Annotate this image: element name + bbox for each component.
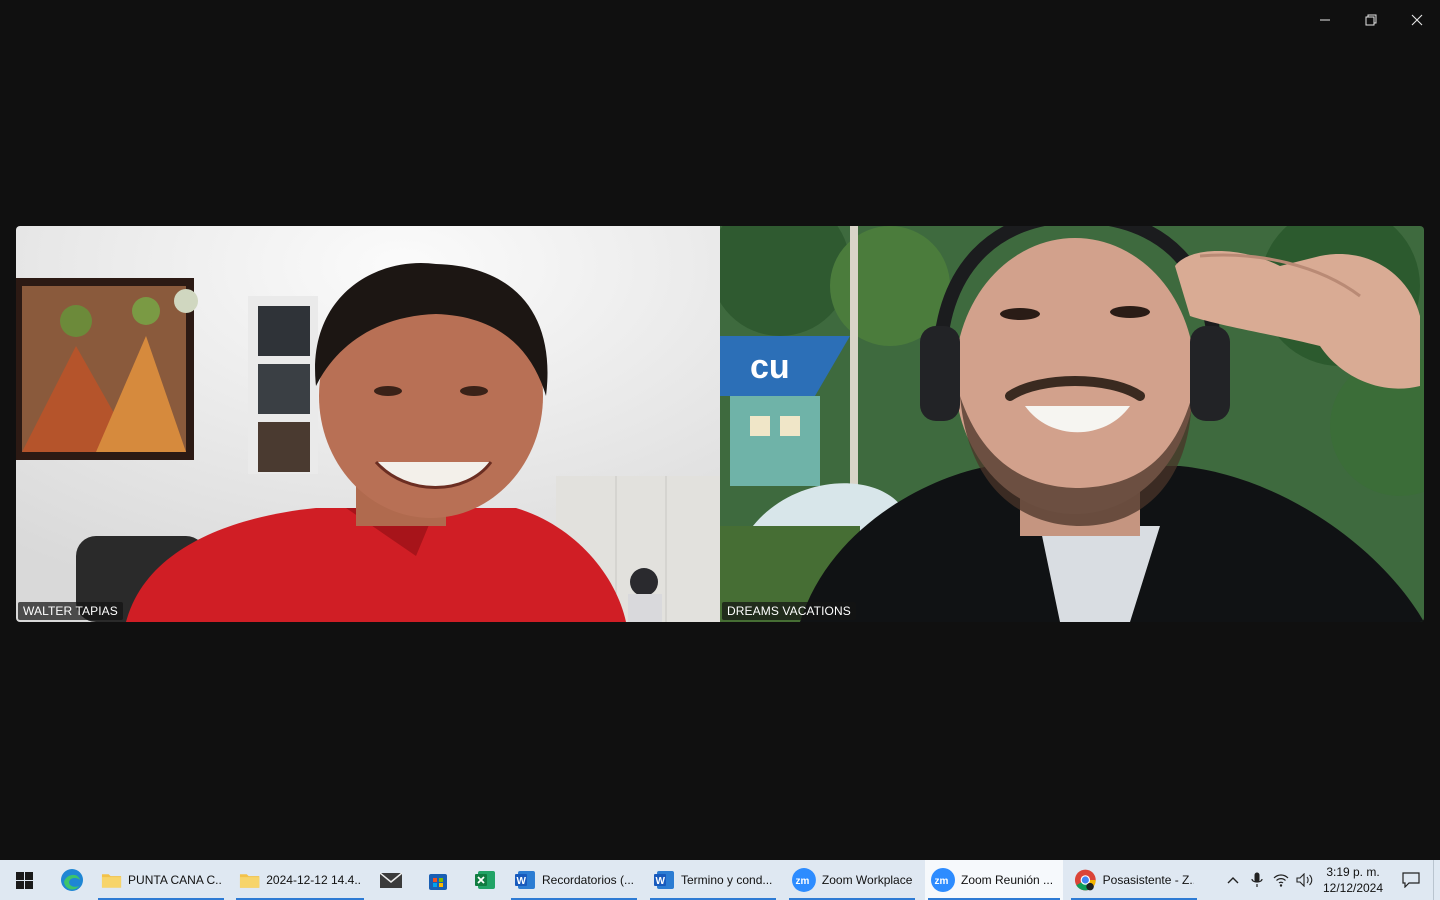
taskbar-app-recordatorios[interactable]: W Recordatorios (... xyxy=(508,860,640,900)
wifi-icon xyxy=(1273,874,1289,887)
participant-video xyxy=(16,226,720,622)
svg-text:cu: cu xyxy=(750,348,790,386)
notification-center-button[interactable] xyxy=(1389,860,1433,900)
taskbar: PUNTA CANA C... 2024-12-12 14.4... W Rec… xyxy=(0,860,1440,900)
svg-text:W: W xyxy=(656,876,666,887)
zoom-icon: zm xyxy=(792,868,816,892)
taskbar-app-termino[interactable]: W Termino y cond... xyxy=(647,860,779,900)
taskbar-app-punta-cana-folder[interactable]: PUNTA CANA C... xyxy=(95,860,227,900)
microphone-icon xyxy=(1251,872,1263,887)
taskbar-store[interactable] xyxy=(414,860,461,900)
video-tile-walter-tapias[interactable]: WALTER TAPIAS xyxy=(16,226,720,622)
participant-name: WALTER TAPIAS xyxy=(18,602,123,620)
close-icon xyxy=(1411,14,1423,26)
taskbar-app-zoom-workplace[interactable]: zm Zoom Workplace xyxy=(786,860,918,900)
app-label: Zoom Workplace xyxy=(821,873,912,887)
participant-name: DREAMS VACATIONS xyxy=(722,602,856,620)
show-desktop-button[interactable] xyxy=(1433,860,1440,900)
clock-time: 3:19 p. m. xyxy=(1326,865,1380,879)
app-label: 2024-12-12 14.4... xyxy=(266,873,361,887)
taskbar-clock[interactable]: 3:19 p. m. 12/12/2024 xyxy=(1317,864,1389,896)
mail-icon xyxy=(379,872,402,888)
window-controls xyxy=(1302,0,1440,40)
svg-text:W: W xyxy=(516,876,526,887)
close-button[interactable] xyxy=(1394,0,1440,40)
windows-start-icon xyxy=(15,871,33,889)
folder-icon xyxy=(239,874,260,888)
taskbar-app-zoom-reunion[interactable]: zm Zoom Reunión ... xyxy=(925,860,1063,900)
taskbar-excel[interactable] xyxy=(461,860,508,900)
taskbar-app-chrome[interactable]: Posasistente - Z... xyxy=(1068,860,1200,900)
zoom-icon: zm xyxy=(931,868,955,892)
taskbar-app-recording-folder[interactable]: 2024-12-12 14.4... xyxy=(233,860,367,900)
system-tray: 3:19 p. m. 12/12/2024 xyxy=(1221,860,1440,900)
chrome-icon xyxy=(1074,869,1096,891)
svg-text:zm: zm xyxy=(935,876,949,887)
minimize-icon xyxy=(1320,19,1330,21)
video-tile-dreams-vacations[interactable]: cu DREAMS VACATIONS xyxy=(720,226,1424,622)
app-label: Posasistente - Z... xyxy=(1102,873,1194,887)
clock-date: 12/12/2024 xyxy=(1322,881,1384,895)
app-label: Recordatorios (... xyxy=(541,873,634,887)
tray-volume[interactable] xyxy=(1293,860,1317,900)
start-button[interactable] xyxy=(0,860,48,900)
tray-overflow-button[interactable] xyxy=(1221,860,1245,900)
app-label: Termino y cond... xyxy=(681,873,773,887)
restore-icon xyxy=(1365,14,1377,26)
video-gallery: WALTER TAPIAS cu DREAMS VACATIONS xyxy=(16,226,1424,622)
chevron-up-icon xyxy=(1227,877,1239,884)
edge-icon xyxy=(60,869,83,891)
restore-button[interactable] xyxy=(1348,0,1394,40)
word-icon: W xyxy=(514,871,535,889)
word-icon: W xyxy=(654,871,674,889)
folder-icon xyxy=(101,874,122,888)
app-label: Zoom Reunión ... xyxy=(961,873,1054,887)
tray-network[interactable] xyxy=(1269,860,1293,900)
app-label: PUNTA CANA C... xyxy=(128,873,221,887)
minimize-button[interactable] xyxy=(1302,0,1348,40)
excel-icon xyxy=(474,871,495,889)
volume-icon xyxy=(1296,873,1313,887)
taskbar-mail[interactable] xyxy=(367,860,414,900)
taskbar-edge[interactable] xyxy=(48,860,95,900)
svg-text:zm: zm xyxy=(795,876,809,887)
tray-microphone[interactable] xyxy=(1245,860,1269,900)
notification-icon xyxy=(1402,872,1420,888)
participant-video: cu xyxy=(720,226,1424,622)
store-icon xyxy=(428,874,447,890)
